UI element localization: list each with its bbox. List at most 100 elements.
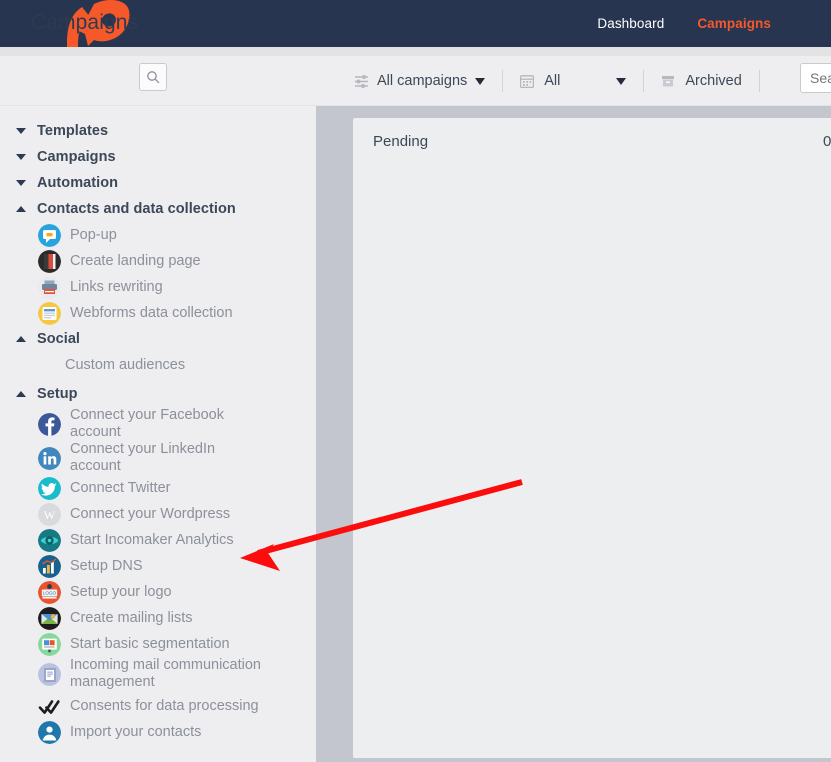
sidebar-group-label: Contacts and data collection — [37, 201, 236, 217]
sidebar-item-connect-twitter[interactable]: Connect Twitter — [0, 475, 316, 501]
chevron-up-icon — [16, 391, 26, 397]
sidebar-item-label: Start Incomaker Analytics — [70, 531, 234, 548]
sidebar-item-connect-wordpress[interactable]: W Connect your Wordpress — [0, 501, 316, 527]
svg-text:LOGO: LOGO — [43, 590, 57, 595]
sidebar-item-label: Create mailing lists — [70, 609, 193, 626]
segmentation-screen-icon — [38, 632, 61, 656]
sidebar-item-import-your-contacts[interactable]: Import your contacts — [0, 719, 316, 745]
pending-column-count: 0 — [823, 133, 831, 150]
sidebar-item-setup-your-logo[interactable]: LOGO Setup your logo — [0, 579, 316, 605]
sidebar-group-setup[interactable]: Setup — [0, 381, 316, 407]
analytics-eye-icon — [38, 528, 61, 552]
filter-archived[interactable]: Archived — [647, 68, 755, 94]
sidebar-item-setup-dns[interactable]: Setup DNS — [0, 553, 316, 579]
pending-column-card: Pending 0 — [353, 118, 831, 758]
sidebar-item-label: Webforms data collection — [70, 304, 233, 321]
sidebar-item-label: Connect your Facebook account — [70, 407, 224, 440]
logo-badge-icon: LOGO — [38, 580, 61, 604]
sidebar-item-connect-linkedin[interactable]: Connect your LinkedIn account — [0, 441, 316, 475]
nav-link-campaigns[interactable]: Campaigns — [697, 16, 771, 31]
top-nav-links: Dashboard Campaigns — [597, 0, 771, 47]
search-icon — [147, 71, 160, 84]
sidebar-item-label: Create landing page — [70, 252, 201, 269]
chevron-up-icon — [16, 336, 26, 342]
sidebar-group-automation[interactable]: Automation — [0, 170, 316, 196]
sidebar-item-start-incomaker-analytics[interactable]: Start Incomaker Analytics — [0, 527, 316, 553]
sidebar-item-label: Start basic segmentation — [70, 635, 230, 652]
header-divider-strip — [0, 47, 831, 56]
filter-date-range[interactable]: All — [506, 68, 640, 94]
double-check-icon — [38, 695, 61, 718]
chevron-down-icon — [16, 154, 26, 160]
sidebar-group-label: Setup — [37, 386, 78, 402]
chevron-down-icon — [475, 77, 486, 85]
search-input[interactable] — [800, 63, 831, 93]
filter-all-campaigns[interactable]: All campaigns — [340, 68, 499, 94]
filter-all-campaigns-label: All campaigns — [377, 73, 468, 89]
sliders-icon — [355, 75, 368, 88]
sidebar-item-create-mailing-lists[interactable]: Create mailing lists — [0, 605, 316, 631]
sidebar-item-label: Connect your Wordpress — [70, 505, 231, 522]
sidebar-item-popup[interactable]: Pop-up — [0, 222, 316, 248]
sidebar-item-create-landing-page[interactable]: Create landing page — [0, 248, 316, 274]
sidebar-item-start-basic-segmentation[interactable]: Start basic segmentation — [0, 631, 316, 657]
filter-date-range-label: All — [544, 73, 561, 89]
sidebar-item-label: Links rewriting — [70, 278, 163, 295]
sidebar-item-custom-audiences[interactable]: Custom audiences — [0, 352, 316, 378]
mail-envelope-icon — [38, 606, 61, 630]
sidebar-item-consents-data-processing[interactable]: Consents for data processing — [0, 693, 316, 719]
sidebar-item-label: Consents for data processing — [70, 697, 259, 714]
sidebar-item-label: Custom audiences — [65, 356, 186, 373]
sidebar-item-links-rewriting[interactable]: Links rewriting — [0, 274, 316, 300]
toolbar-filters: All campaigns All Archived — [340, 56, 763, 106]
archive-box-icon — [662, 76, 675, 87]
sidebar-group-campaigns[interactable]: Campaigns — [0, 144, 316, 170]
content-area: Pending 0 — [345, 106, 831, 762]
sidebar-item-label: Import your contacts — [70, 723, 202, 740]
mailbox-icon — [38, 662, 61, 686]
title-search-button[interactable] — [139, 63, 167, 91]
sidebar-group-social[interactable]: Social — [0, 326, 316, 352]
popup-chat-icon — [38, 223, 61, 247]
calendar-icon — [520, 75, 535, 88]
svg-text:W: W — [44, 508, 56, 522]
toolbar-separator — [502, 70, 504, 92]
toolbar-separator — [758, 70, 760, 92]
chevron-up-icon — [16, 206, 26, 212]
sidebar-item-label: Setup DNS — [70, 557, 143, 574]
app-root: Dashboard Campaigns Campaigns All campai… — [0, 0, 831, 762]
webform-icon — [38, 301, 61, 325]
linkedin-icon — [38, 446, 61, 470]
sidebar-group-label: Campaigns — [37, 149, 116, 165]
dns-chart-icon — [38, 554, 61, 578]
sidebar-item-label: Connect your LinkedIn account — [70, 441, 216, 474]
sidebar-group-label: Social — [37, 331, 81, 347]
landing-page-icon — [38, 249, 61, 273]
pending-column-header: Pending 0 — [353, 118, 831, 170]
printer-links-icon — [38, 275, 61, 299]
sidebar-item-label: Incoming mail communication management — [70, 657, 261, 690]
chevron-down-icon — [16, 128, 26, 134]
twitter-icon — [38, 476, 61, 500]
toolbar-separator — [643, 70, 645, 92]
sidebar-group-templates[interactable]: Templates — [0, 118, 316, 144]
sidebar-group-contacts[interactable]: Contacts and data collection — [0, 196, 316, 222]
sidebar-navigation: Templates Campaigns Automation Contacts … — [0, 106, 316, 762]
pending-column-title: Pending — [373, 133, 429, 150]
facebook-icon — [38, 412, 61, 436]
sidebar-group-label: Automation — [37, 175, 119, 191]
sidebar-group-label: Templates — [37, 123, 109, 139]
sidebar-item-label: Pop-up — [70, 226, 117, 243]
sidebar-item-connect-facebook[interactable]: Connect your Facebook account — [0, 407, 316, 441]
sidebar-item-webforms-data-collection[interactable]: Webforms data collection — [0, 300, 316, 326]
wordpress-icon: W — [38, 502, 61, 526]
chevron-down-icon — [616, 77, 627, 85]
page-title: Campaigns — [31, 11, 139, 34]
content-gutter — [316, 106, 345, 762]
nav-link-dashboard[interactable]: Dashboard — [597, 16, 664, 31]
sidebar-item-incoming-mail-management[interactable]: Incoming mail communication management — [0, 657, 316, 691]
filter-archived-label: Archived — [685, 73, 742, 89]
import-contacts-icon — [38, 720, 61, 744]
chevron-down-icon — [16, 180, 26, 186]
sidebar-item-label: Connect Twitter — [70, 479, 171, 496]
